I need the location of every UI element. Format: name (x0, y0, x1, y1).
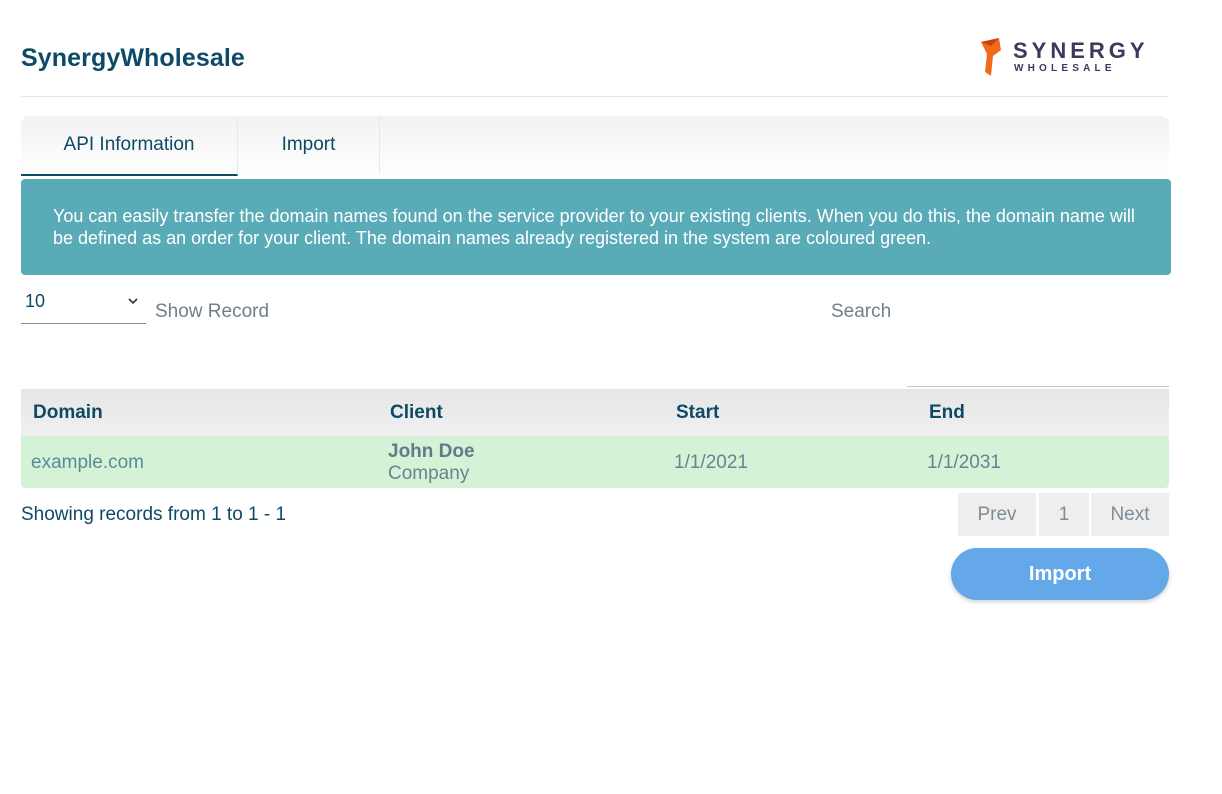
info-alert: You can easily transfer the domain names… (21, 179, 1171, 275)
end-date-cell: 1/1/2031 (927, 452, 1001, 473)
logo-wordmark: SYNERGY (1013, 38, 1149, 63)
pagination-page-1[interactable]: 1 (1039, 493, 1089, 536)
logo-subtext: WHOLESALE (1014, 63, 1116, 74)
synergy-logo-mark-icon (981, 38, 1001, 76)
domain-cell[interactable]: example.com (31, 452, 144, 474)
import-button[interactable]: Import (951, 548, 1169, 600)
table-header: Domain Client Start End (21, 389, 1169, 436)
tab-import[interactable]: Import (238, 116, 380, 174)
page-title: SynergyWholesale (21, 44, 245, 72)
column-header-end[interactable]: End (929, 389, 965, 436)
records-summary: Showing records from 1 to 1 - 1 (21, 504, 287, 525)
tab-bar: API Information Import (21, 116, 1169, 176)
page-size-select[interactable]: 10 (21, 286, 146, 324)
start-date-cell: 1/1/2021 (674, 452, 748, 473)
column-header-start[interactable]: Start (676, 389, 719, 436)
synergy-logo: SYNERGY WHOLESALE (979, 38, 1169, 78)
client-name-cell[interactable]: John Doe (388, 441, 475, 463)
page-size-value: 10 (25, 291, 46, 311)
pagination-prev-button[interactable]: Prev (958, 493, 1036, 536)
client-company-cell: Company (388, 463, 470, 484)
table-row[interactable]: example.com John Doe Company 1/1/2021 1/… (21, 436, 1169, 488)
page-header: SynergyWholesale SYNERGY WHOLESALE (21, 30, 1169, 97)
pagination-next-button[interactable]: Next (1091, 493, 1169, 536)
search-label: Search (831, 301, 892, 322)
column-header-domain[interactable]: Domain (33, 389, 103, 436)
info-alert-text: You can easily transfer the domain names… (53, 206, 1135, 248)
show-record-label: Show Record (155, 301, 270, 322)
tab-api-information[interactable]: API Information (21, 116, 238, 176)
column-header-client[interactable]: Client (390, 389, 443, 436)
search-input[interactable] (907, 326, 1169, 387)
chevron-down-icon (128, 298, 138, 305)
